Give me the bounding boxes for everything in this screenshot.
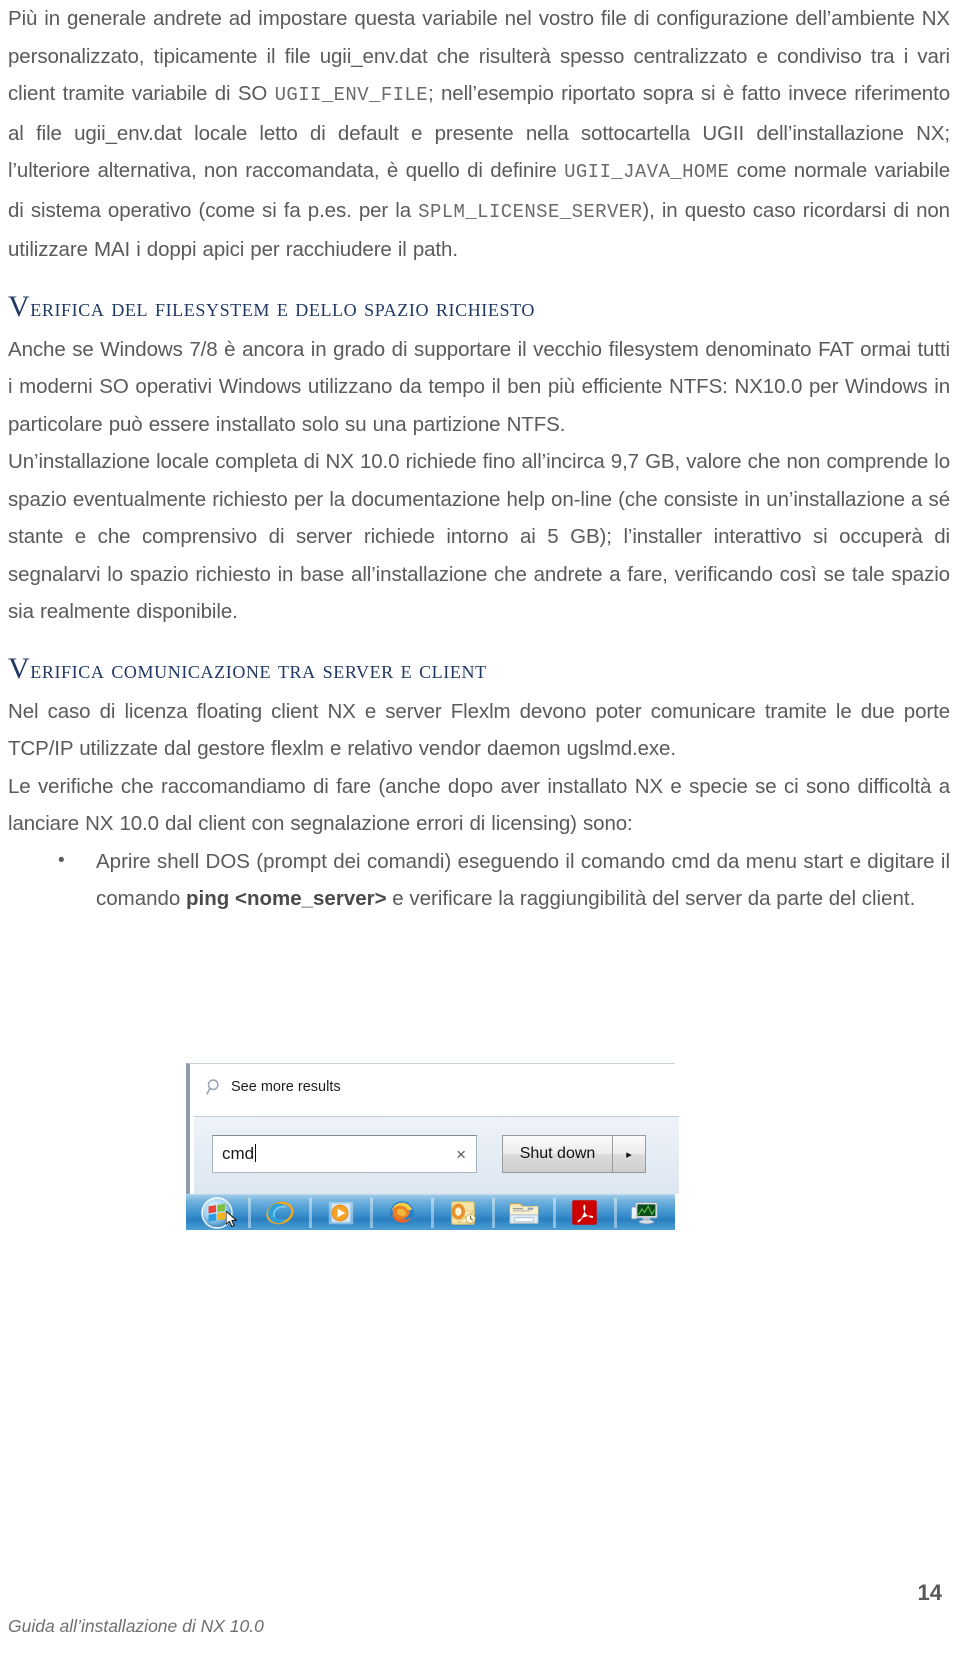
bullet-command-ping: ping <nome_server>	[186, 887, 387, 910]
list-item: Aprire shell DOS (prompt dei comandi) es…	[8, 842, 950, 918]
heading-text: erifica comunicazione tra server e clien…	[30, 656, 487, 684]
windows-media-player-icon[interactable]	[312, 1196, 370, 1230]
mouse-cursor-icon	[225, 1210, 237, 1227]
see-more-results-label: See more results	[231, 1079, 341, 1095]
section1-paragraph-1: Anche se Windows 7/8 è ancora in grado d…	[8, 337, 950, 436]
page-number: 14	[917, 1580, 942, 1605]
firefox-icon[interactable]	[373, 1196, 431, 1230]
section-heading-filesystem: Verifica del filesystem e dello spazio r…	[8, 285, 950, 331]
heading-dropcap: V	[8, 651, 31, 685]
section2-paragraph-2: Le verifiche che raccomandiamo di fare (…	[8, 774, 950, 836]
shutdown-options-arrow-icon[interactable]: ▸	[612, 1135, 646, 1173]
shutdown-button-group: Shut down ▸	[502, 1135, 646, 1173]
heading-text: erifica del filesystem e dello spazio ri…	[30, 294, 535, 322]
start-menu-search-bar: cmd × Shut down ▸	[194, 1117, 679, 1194]
see-more-results-row[interactable]: See more results	[206, 1078, 341, 1096]
outlook-icon[interactable]	[434, 1196, 492, 1230]
search-input-value: cmd	[222, 1144, 257, 1163]
section-heading-communication: Verifica comunicazione tra server e clie…	[8, 647, 950, 693]
windows-start-menu-screenshot: See more results cmd × Shut down ▸	[186, 1063, 679, 1230]
verification-steps-list: Aprire shell DOS (prompt dei comandi) es…	[8, 842, 950, 918]
code-ugii-java-home: UGII_JAVA_HOME	[564, 161, 730, 183]
code-splm-license-server: SPLM_LICENSE_SERVER	[418, 200, 643, 223]
document-page: Più in generale andrete ad impostare que…	[0, 0, 960, 1665]
start-menu-frame: See more results cmd × Shut down ▸	[186, 1063, 679, 1194]
see-more-results-panel: See more results	[194, 1065, 679, 1117]
text-caret	[255, 1144, 257, 1162]
computer-monitor-icon[interactable]	[617, 1196, 675, 1230]
search-icon	[206, 1078, 224, 1096]
adobe-acrobat-icon[interactable]	[556, 1196, 614, 1230]
bullet-text-part-2: e verificare la raggiungibilità del serv…	[386, 887, 916, 910]
clear-icon[interactable]: ×	[456, 1146, 470, 1163]
start-orb-icon[interactable]	[186, 1196, 248, 1230]
intro-paragraph: Più in generale andrete ad impostare que…	[8, 0, 950, 269]
section2-paragraph-1: Nel caso di licenza floating client NX e…	[8, 699, 950, 761]
footer-title: Guida all’installazione di NX 10.0	[8, 1616, 264, 1636]
code-ugii-env-file: UGII_ENV_FILE	[274, 84, 429, 106]
windows-taskbar	[186, 1194, 675, 1230]
shutdown-button[interactable]: Shut down	[502, 1135, 612, 1173]
heading-dropcap: V	[8, 289, 31, 323]
windows-explorer-folder-icon[interactable]	[495, 1196, 553, 1230]
search-input[interactable]: cmd ×	[212, 1135, 477, 1173]
internet-explorer-icon[interactable]	[251, 1196, 309, 1230]
section1-paragraph-2: Un’installazione locale completa di NX 1…	[8, 450, 950, 623]
